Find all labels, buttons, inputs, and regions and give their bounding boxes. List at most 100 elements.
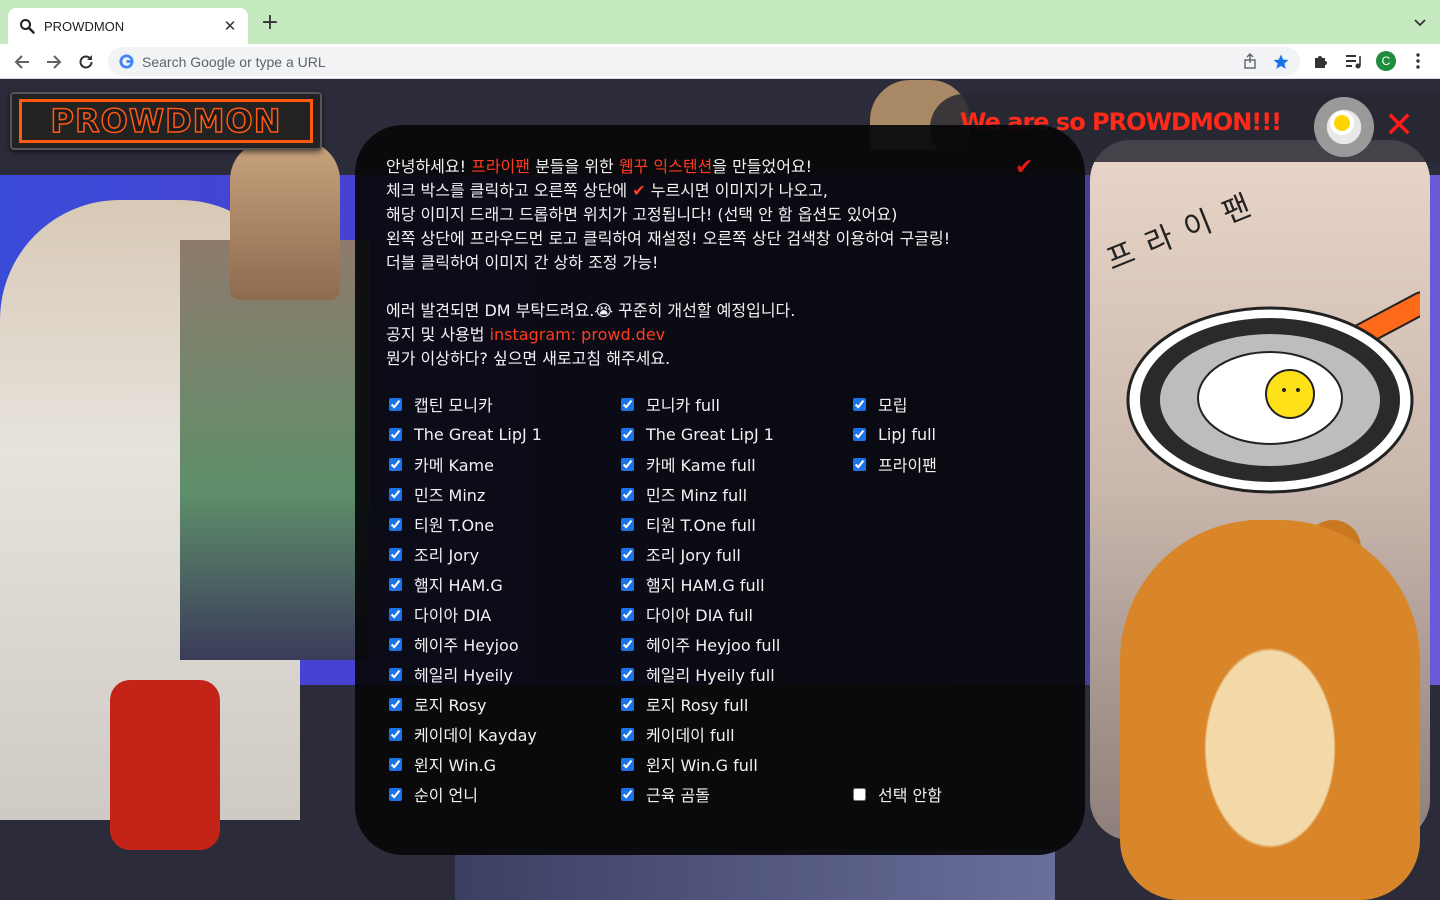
option-label: 모니카 full <box>646 396 720 415</box>
option-item[interactable]: 순이 언니 <box>389 782 478 806</box>
option-checkbox[interactable] <box>389 607 402 621</box>
option-checkbox[interactable] <box>621 487 634 501</box>
profile-avatar[interactable]: C <box>1375 50 1397 72</box>
option-item[interactable]: 모니카 full <box>621 392 720 416</box>
option-item[interactable]: 헤일리 Hyeily <box>389 662 513 686</box>
share-icon[interactable] <box>1242 53 1260 71</box>
option-item[interactable]: 민즈 Minz full <box>621 482 747 506</box>
option-item[interactable]: 케이데이 Kayday <box>389 722 537 746</box>
tab-search-chevron-icon[interactable] <box>1412 14 1428 30</box>
reload-icon[interactable] <box>74 50 98 74</box>
option-checkbox[interactable] <box>621 517 634 531</box>
option-item[interactable]: The Great LipJ 1 <box>389 422 542 446</box>
option-checkbox[interactable] <box>389 667 402 681</box>
option-label: 순이 언니 <box>414 786 478 805</box>
option-item[interactable]: 프라이팬 <box>853 452 937 476</box>
option-checkbox[interactable] <box>389 457 402 471</box>
option-checkbox[interactable] <box>389 787 402 801</box>
option-checkbox[interactable] <box>389 547 402 561</box>
address-input[interactable] <box>142 53 1202 70</box>
option-item[interactable]: 카메 Kame <box>389 452 494 476</box>
option-checkbox[interactable] <box>621 427 634 441</box>
intro-line: 해당 이미지 드래그 드롭하면 위치가 고정됩니다! (선택 안 함 옵션도 있… <box>386 205 898 224</box>
option-checkbox[interactable] <box>621 577 634 591</box>
new-tab-button[interactable]: + <box>258 12 282 36</box>
option-item[interactable]: 윈지 Win.G <box>389 752 496 776</box>
option-item[interactable]: 모립 <box>853 392 907 416</box>
option-checkbox[interactable] <box>853 427 866 441</box>
back-arrow-icon[interactable] <box>10 50 34 74</box>
option-checkbox[interactable] <box>389 637 402 651</box>
option-label: 로지 Rosy full <box>646 696 749 715</box>
option-item[interactable]: 로지 Rosy full <box>621 692 748 716</box>
option-item[interactable]: 근육 곰돌 <box>621 782 710 806</box>
option-checkbox[interactable] <box>389 697 402 711</box>
browser-menu-icon[interactable] <box>1407 50 1429 72</box>
extensions-puzzle-icon[interactable] <box>1310 50 1332 72</box>
option-item[interactable]: 선택 안함 <box>853 782 942 806</box>
option-item[interactable]: 카메 Kame full <box>621 452 756 476</box>
option-label: The Great LipJ 1 <box>646 424 774 444</box>
option-checkbox[interactable] <box>853 397 866 411</box>
option-item[interactable]: 햄지 HAM.G full <box>621 572 765 596</box>
option-item[interactable]: 윈지 Win.G full <box>621 752 758 776</box>
option-checkbox[interactable] <box>853 787 866 801</box>
option-checkbox[interactable] <box>621 637 634 651</box>
option-checkbox[interactable] <box>389 517 402 531</box>
option-checkbox[interactable] <box>389 487 402 501</box>
close-icon[interactable]: ✕ <box>1384 106 1414 146</box>
highlight-text: 프라이팬 <box>471 157 530 176</box>
option-item[interactable]: 헤이주 Heyjoo <box>389 632 519 656</box>
option-checkbox[interactable] <box>389 577 402 591</box>
option-checkbox[interactable] <box>621 397 634 411</box>
option-item[interactable]: 민즈 Minz <box>389 482 485 506</box>
tab-close-icon[interactable]: ✕ <box>222 18 238 34</box>
media-queue-icon[interactable] <box>1342 50 1364 72</box>
option-checkbox[interactable] <box>621 607 634 621</box>
option-item[interactable]: 조리 Jory <box>389 542 479 566</box>
option-item[interactable]: LipJ full <box>853 422 936 446</box>
browser-tab[interactable]: PROWDMON ✕ <box>8 8 248 44</box>
intro-line: 공지 및 사용법 instagram: prowd.dev <box>386 323 1006 347</box>
option-checkbox[interactable] <box>389 427 402 441</box>
option-item[interactable]: 티원 T.One <box>389 512 494 536</box>
instagram-link[interactable]: instagram: prowd.dev <box>490 325 666 344</box>
option-item[interactable]: 조리 Jory full <box>621 542 741 566</box>
option-item[interactable]: 헤이주 Heyjoo full <box>621 632 780 656</box>
option-checkbox[interactable] <box>621 667 634 681</box>
address-bar[interactable] <box>108 47 1300 76</box>
option-label: 헤이주 Heyjoo full <box>646 636 781 655</box>
frying-pan-egg-illustration <box>1126 291 1420 494</box>
option-checkbox[interactable] <box>621 727 634 741</box>
option-item[interactable]: 헤일리 Hyeily full <box>621 662 775 686</box>
option-label: 햄지 HAM.G <box>414 576 503 595</box>
option-label: 로지 Rosy <box>414 696 487 715</box>
background-photo <box>180 240 370 660</box>
forward-arrow-icon[interactable] <box>42 50 66 74</box>
prowdmon-logo-button[interactable]: PROWDMON <box>10 92 322 150</box>
option-item[interactable]: 다이아 DIA full <box>621 602 753 626</box>
option-item[interactable]: The Great LipJ 1 <box>621 422 774 446</box>
apply-checkmark-button[interactable]: ✔ <box>1015 155 1033 180</box>
option-item[interactable]: 다이아 DIA <box>389 602 491 626</box>
background-photo <box>455 850 1055 900</box>
option-checkbox[interactable] <box>389 397 402 411</box>
option-checkbox[interactable] <box>853 457 866 471</box>
option-checkbox[interactable] <box>621 547 634 561</box>
option-item[interactable]: 로지 Rosy <box>389 692 487 716</box>
option-checkbox[interactable] <box>621 697 634 711</box>
option-checkbox[interactable] <box>621 787 634 801</box>
option-item[interactable]: 캡틴 모니카 <box>389 392 493 416</box>
option-item[interactable]: 햄지 HAM.G <box>389 572 503 596</box>
option-label: 조리 Jory <box>414 546 480 565</box>
google-search-egg-icon[interactable] <box>1314 97 1374 157</box>
option-checkbox[interactable] <box>621 757 634 771</box>
google-icon <box>119 54 134 69</box>
bookmark-star-icon[interactable] <box>1272 53 1290 71</box>
page-viewport: 프라이팬 PROWDMON We are so PROWDMON!!! ✕ 안녕… <box>0 80 1440 900</box>
option-item[interactable]: 티원 T.One full <box>621 512 756 536</box>
option-checkbox[interactable] <box>389 727 402 741</box>
option-checkbox[interactable] <box>621 457 634 471</box>
option-checkbox[interactable] <box>389 757 402 771</box>
option-item[interactable]: 케이데이 full <box>621 722 735 746</box>
